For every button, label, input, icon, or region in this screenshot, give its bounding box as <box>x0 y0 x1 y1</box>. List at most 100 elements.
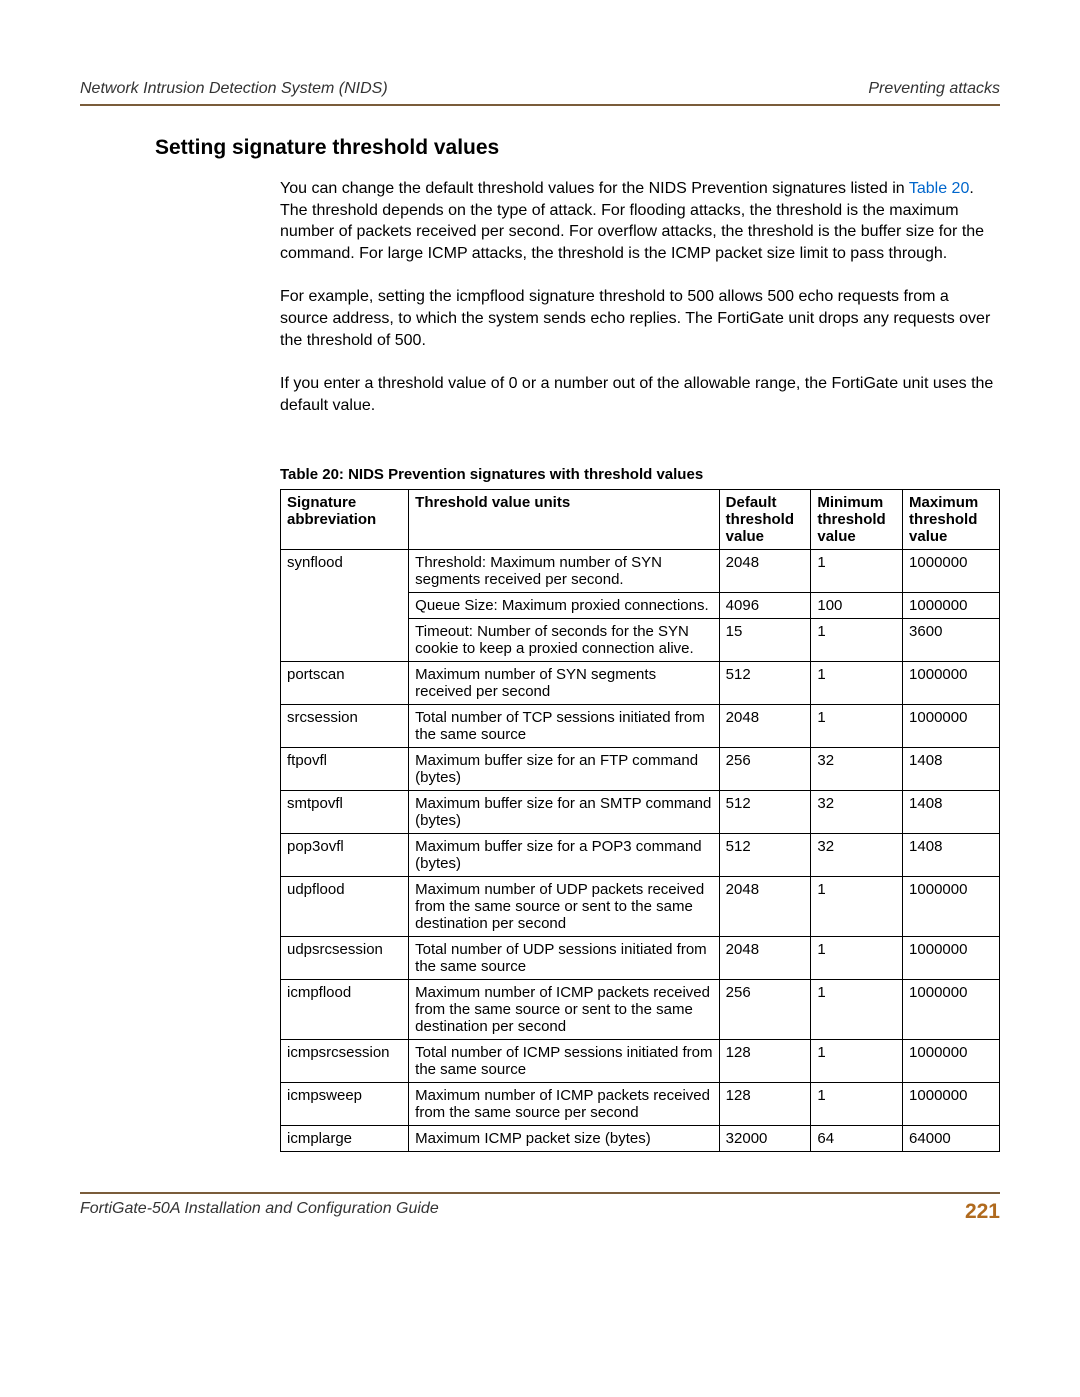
cell-units: Maximum number of ICMP packets received … <box>409 980 720 1040</box>
cell-def: 4096 <box>719 593 811 619</box>
cell-min: 64 <box>811 1126 903 1152</box>
cell-signature: smtpovfl <box>281 791 409 834</box>
cell-min: 32 <box>811 748 903 791</box>
footer-rule <box>80 1192 1000 1194</box>
cell-def: 512 <box>719 662 811 705</box>
header-left: Network Intrusion Detection System (NIDS… <box>80 80 388 98</box>
cell-units: Threshold: Maximum number of SYN segment… <box>409 550 720 593</box>
cell-max: 1000000 <box>903 980 1000 1040</box>
cell-def: 2048 <box>719 550 811 593</box>
cell-def: 2048 <box>719 877 811 937</box>
table-row: udpfloodMaximum number of UDP packets re… <box>281 877 1000 937</box>
cell-units: Maximum buffer size for an FTP command (… <box>409 748 720 791</box>
table-20-link[interactable]: Table 20 <box>909 180 970 197</box>
table-row: pop3ovflMaximum buffer size for a POP3 c… <box>281 834 1000 877</box>
cell-min: 1 <box>811 705 903 748</box>
cell-def: 2048 <box>719 937 811 980</box>
cell-max: 1000000 <box>903 937 1000 980</box>
cell-min: 1 <box>811 619 903 662</box>
cell-signature: srcsession <box>281 705 409 748</box>
header-rule <box>80 104 1000 106</box>
cell-units: Total number of UDP sessions initiated f… <box>409 937 720 980</box>
cell-signature: udpsrcsession <box>281 937 409 980</box>
cell-units: Maximum number of SYN segments received … <box>409 662 720 705</box>
cell-units: Maximum number of UDP packets received f… <box>409 877 720 937</box>
table-row: portscanMaximum number of SYN segments r… <box>281 662 1000 705</box>
cell-def: 32000 <box>719 1126 811 1152</box>
cell-max: 1408 <box>903 791 1000 834</box>
cell-units: Queue Size: Maximum proxied connections. <box>409 593 720 619</box>
cell-def: 256 <box>719 748 811 791</box>
cell-signature: pop3ovfl <box>281 834 409 877</box>
cell-def: 256 <box>719 980 811 1040</box>
cell-signature: portscan <box>281 662 409 705</box>
cell-signature: icmpsrcsession <box>281 1040 409 1083</box>
cell-min: 1 <box>811 937 903 980</box>
table-row: smtpovflMaximum buffer size for an SMTP … <box>281 791 1000 834</box>
table-row: icmpsrcsessionTotal number of ICMP sessi… <box>281 1040 1000 1083</box>
cell-signature: ftpovfl <box>281 748 409 791</box>
cell-min: 1 <box>811 980 903 1040</box>
cell-units: Maximum buffer size for an SMTP command … <box>409 791 720 834</box>
footer-right: 221 <box>965 1200 1000 1224</box>
cell-min: 100 <box>811 593 903 619</box>
cell-max: 1408 <box>903 834 1000 877</box>
table-caption: Table 20: NIDS Prevention signatures wit… <box>280 466 1000 483</box>
thresholds-table: Signature abbreviation Threshold value u… <box>280 489 1000 1152</box>
th-maximum: Maximum threshold value <box>903 490 1000 550</box>
th-units: Threshold value units <box>409 490 720 550</box>
table-header-row: Signature abbreviation Threshold value u… <box>281 490 1000 550</box>
table-row: icmplargeMaximum ICMP packet size (bytes… <box>281 1126 1000 1152</box>
cell-def: 15 <box>719 619 811 662</box>
cell-units: Maximum ICMP packet size (bytes) <box>409 1126 720 1152</box>
cell-max: 3600 <box>903 619 1000 662</box>
cell-max: 1408 <box>903 748 1000 791</box>
cell-def: 512 <box>719 791 811 834</box>
th-minimum: Minimum threshold value <box>811 490 903 550</box>
th-signature: Signature abbreviation <box>281 490 409 550</box>
cell-signature: icmpflood <box>281 980 409 1040</box>
cell-min: 1 <box>811 1040 903 1083</box>
cell-max: 1000000 <box>903 1040 1000 1083</box>
table-row: udpsrcsessionTotal number of UDP session… <box>281 937 1000 980</box>
cell-units: Total number of ICMP sessions initiated … <box>409 1040 720 1083</box>
table-row: icmpfloodMaximum number of ICMP packets … <box>281 980 1000 1040</box>
cell-signature: icmpsweep <box>281 1083 409 1126</box>
th-default: Default threshold value <box>719 490 811 550</box>
cell-max: 64000 <box>903 1126 1000 1152</box>
cell-min: 1 <box>811 550 903 593</box>
cell-max: 1000000 <box>903 705 1000 748</box>
paragraph-1: You can change the default threshold val… <box>280 178 1000 264</box>
header-right: Preventing attacks <box>868 80 1000 98</box>
cell-def: 512 <box>719 834 811 877</box>
page-header: Network Intrusion Detection System (NIDS… <box>80 80 1000 104</box>
footer-left: FortiGate-50A Installation and Configura… <box>80 1200 439 1224</box>
cell-def: 2048 <box>719 705 811 748</box>
cell-def: 128 <box>719 1083 811 1126</box>
table-row: ftpovflMaximum buffer size for an FTP co… <box>281 748 1000 791</box>
table-row: srcsessionTotal number of TCP sessions i… <box>281 705 1000 748</box>
cell-units: Maximum buffer size for a POP3 command (… <box>409 834 720 877</box>
page: Network Intrusion Detection System (NIDS… <box>0 0 1080 1397</box>
cell-units: Total number of TCP sessions initiated f… <box>409 705 720 748</box>
cell-min: 1 <box>811 662 903 705</box>
cell-min: 1 <box>811 1083 903 1126</box>
cell-signature: icmplarge <box>281 1126 409 1152</box>
cell-max: 1000000 <box>903 877 1000 937</box>
cell-signature: udpflood <box>281 877 409 937</box>
cell-min: 32 <box>811 791 903 834</box>
cell-max: 1000000 <box>903 662 1000 705</box>
p1-text-a: You can change the default threshold val… <box>280 180 909 197</box>
cell-units: Maximum number of ICMP packets received … <box>409 1083 720 1126</box>
paragraph-3: If you enter a threshold value of 0 or a… <box>280 373 1000 416</box>
table-row: icmpsweepMaximum number of ICMP packets … <box>281 1083 1000 1126</box>
cell-signature: synflood <box>281 550 409 662</box>
body-block: You can change the default threshold val… <box>280 178 1000 1152</box>
cell-max: 1000000 <box>903 593 1000 619</box>
cell-def: 128 <box>719 1040 811 1083</box>
section-title: Setting signature threshold values <box>155 136 1000 160</box>
cell-min: 32 <box>811 834 903 877</box>
paragraph-2: For example, setting the icmpflood signa… <box>280 286 1000 351</box>
cell-max: 1000000 <box>903 550 1000 593</box>
cell-units: Timeout: Number of seconds for the SYN c… <box>409 619 720 662</box>
